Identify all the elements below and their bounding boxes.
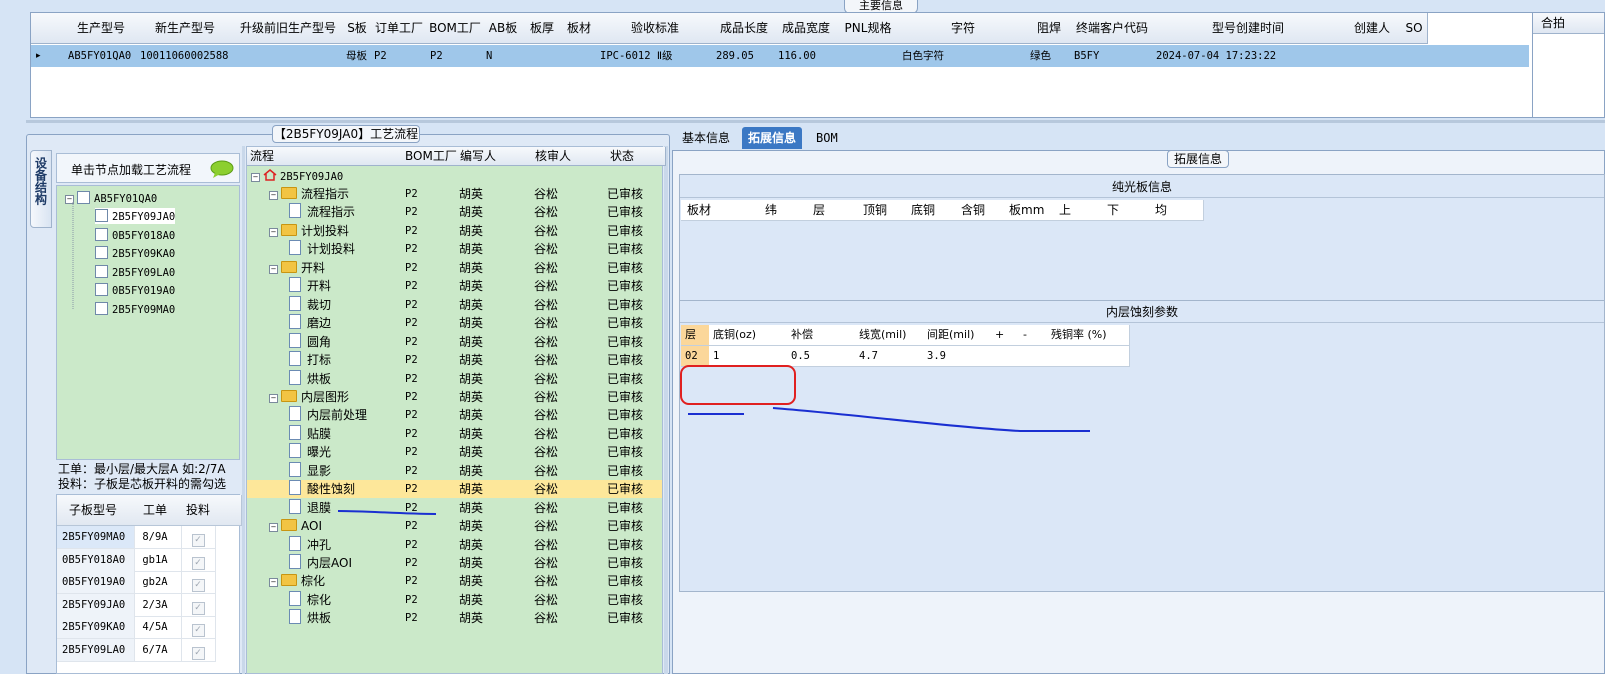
annotation-red-box [680,365,796,405]
annotation-layer [337,365,1090,515]
annotation-blue-underline-2 [772,407,1090,432]
annotation-blue-underline-3 [337,510,437,515]
